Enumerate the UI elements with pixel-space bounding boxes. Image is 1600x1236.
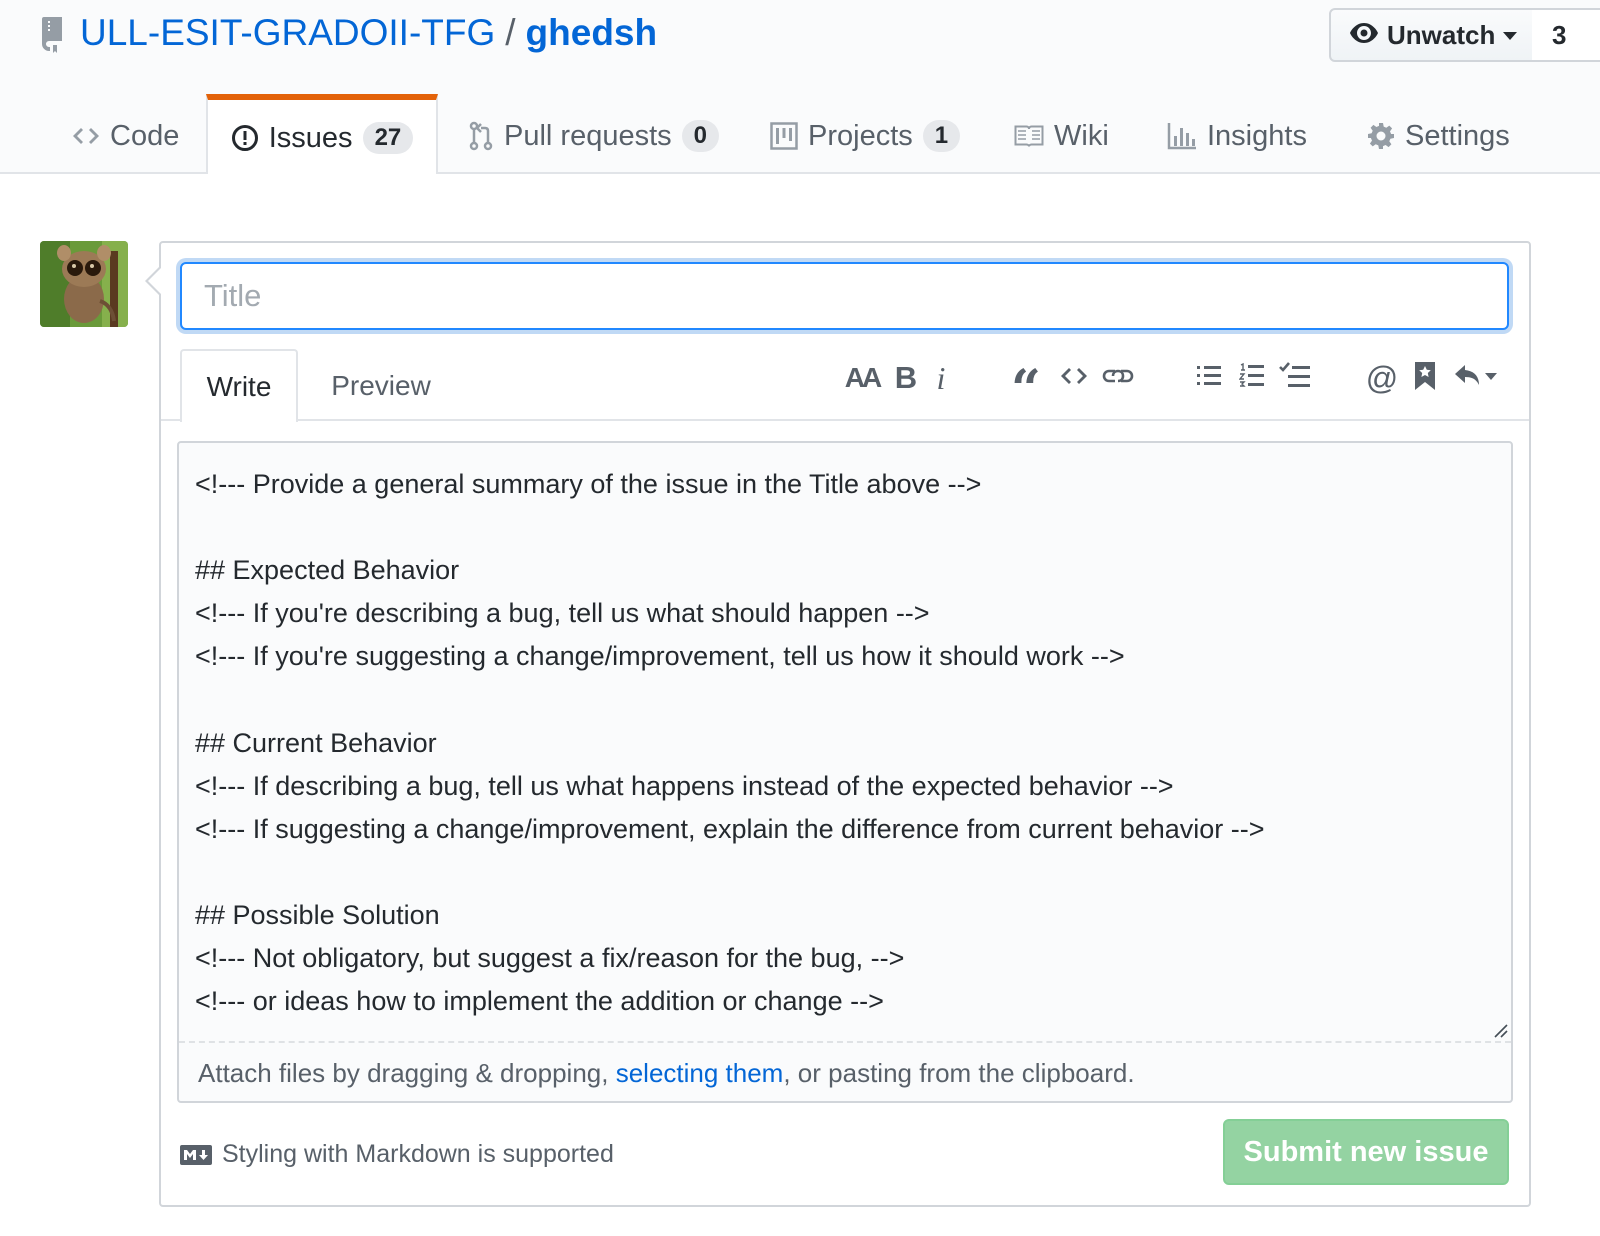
comment-arrow-inner <box>148 268 161 294</box>
issue-opened-icon <box>231 124 259 152</box>
bold-icon: B <box>894 360 918 395</box>
repo-name-link[interactable]: ghedsh <box>526 12 658 54</box>
tab-settings[interactable]: Settings <box>1367 100 1510 172</box>
tab-wiki-label: Wiki <box>1054 119 1109 152</box>
issue-title-input[interactable] <box>180 262 1509 330</box>
reference-button[interactable] <box>1412 358 1438 398</box>
gear-icon <box>1367 122 1395 150</box>
tab-projects[interactable]: Projects 1 <box>770 100 961 172</box>
saved-replies-button[interactable] <box>1452 358 1502 398</box>
list-ordered-icon <box>1238 362 1265 395</box>
attach-files-text: Attach files by dragging & dropping, sel… <box>198 1055 1135 1091</box>
repo-header: ULL-ESIT-GRADOII-TFG / ghedsh Unwatch 3 … <box>0 0 1600 174</box>
editor-line: <!--- If suggesting a change/improvement… <box>195 813 1265 844</box>
attach-text-before: Attach files by dragging & dropping, <box>198 1058 616 1088</box>
book-icon <box>1014 124 1044 148</box>
italic-button[interactable]: i <box>932 358 950 398</box>
tab-projects-label: Projects <box>808 119 913 152</box>
ordered-list-button[interactable] <box>1238 358 1266 398</box>
markdown-support-link[interactable]: Styling with Markdown is supported <box>180 1140 614 1169</box>
comment-body-textarea[interactable]: <!--- Provide a general summary of the i… <box>177 441 1513 1103</box>
resize-handle-icon[interactable] <box>1492 1022 1508 1038</box>
project-icon <box>770 122 798 150</box>
editor-line: <!--- If you're suggesting a change/impr… <box>195 641 1125 672</box>
pulls-counter: 0 <box>681 120 720 152</box>
editor-line: ## Possible Solution <box>195 899 440 930</box>
comment-body-text: <!--- Provide a general summary of the i… <box>195 463 1495 1023</box>
projects-counter: 1 <box>922 120 961 152</box>
unwatch-button[interactable]: Unwatch <box>1329 8 1534 62</box>
editor-line: <!--- or ideas how to implement the addi… <box>195 986 884 1017</box>
unordered-list-button[interactable] <box>1195 358 1223 398</box>
tab-insights[interactable]: Insights <box>1167 100 1307 172</box>
tab-code[interactable]: Code <box>72 100 179 172</box>
bookmark-icon <box>1414 361 1436 396</box>
tab-issues-label: Issues <box>268 121 353 154</box>
tab-preview[interactable]: Preview <box>312 349 450 422</box>
tab-code-label: Code <box>110 119 180 152</box>
editor-line: ## Expected Behavior <box>195 555 460 586</box>
issues-counter: 27 <box>362 122 414 154</box>
repo-icon <box>40 13 68 53</box>
tab-pull-requests-label: Pull requests <box>504 119 672 152</box>
attach-text-after: , or pasting from the clipboard. <box>783 1058 1135 1088</box>
link-button[interactable] <box>1100 358 1136 398</box>
editor-line: ## Current Behavior <box>195 727 437 758</box>
tasklist-icon <box>1279 361 1311 395</box>
repo-separator: / <box>505 12 516 53</box>
reply-icon <box>1453 363 1501 394</box>
code-button[interactable] <box>1058 358 1090 398</box>
quote-icon: “ <box>1011 358 1041 420</box>
heading-button[interactable]: AA <box>844 358 882 398</box>
graph-icon <box>1167 122 1197 150</box>
markdown-note-label: Styling with Markdown is supported <box>222 1140 614 1168</box>
repo-owner-link[interactable]: ULL-ESIT-GRADOII-TFG <box>80 12 495 54</box>
submit-new-issue-button[interactable]: Submit new issue <box>1223 1119 1509 1185</box>
heading-icon: AA <box>844 362 882 393</box>
tab-wiki[interactable]: Wiki <box>1014 100 1109 172</box>
bold-button[interactable]: B <box>893 358 919 398</box>
eye-icon <box>1349 20 1379 51</box>
tab-settings-label: Settings <box>1405 119 1510 152</box>
unwatch-label: Unwatch <box>1387 19 1496 50</box>
watchers-count[interactable]: 3 <box>1532 8 1600 62</box>
git-pull-request-icon <box>468 121 494 151</box>
mention-icon: @ <box>1365 359 1399 396</box>
task-list-button[interactable] <box>1278 358 1312 398</box>
drag-drop-divider <box>179 1041 1511 1043</box>
tab-insights-label: Insights <box>1207 119 1307 152</box>
editor-line: <!--- If you're describing a bug, tell u… <box>195 598 930 629</box>
editor-line: <!--- If describing a bug, tell us what … <box>195 770 1174 801</box>
tab-pull-requests[interactable]: Pull requests 0 <box>468 100 720 172</box>
quote-button[interactable]: “ <box>1010 358 1042 420</box>
code-icon <box>72 124 100 148</box>
tab-issues[interactable]: Issues 27 <box>206 94 438 174</box>
italic-icon: i <box>936 359 946 396</box>
markdown-icon <box>180 1144 212 1165</box>
mention-button[interactable]: @ <box>1366 358 1398 398</box>
editor-line: <!--- Provide a general summary of the i… <box>195 469 982 499</box>
link-icon <box>1101 364 1135 393</box>
code-icon <box>1060 364 1088 393</box>
list-unordered-icon <box>1196 363 1222 394</box>
select-files-link[interactable]: selecting them <box>616 1058 784 1088</box>
tab-write[interactable]: Write <box>180 349 298 422</box>
avatar <box>40 241 128 327</box>
repo-title: ULL-ESIT-GRADOII-TFG / ghedsh <box>40 10 657 56</box>
chevron-down-icon <box>1503 32 1518 40</box>
editor-line: <!--- Not obligatory, but suggest a fix/… <box>195 943 905 974</box>
